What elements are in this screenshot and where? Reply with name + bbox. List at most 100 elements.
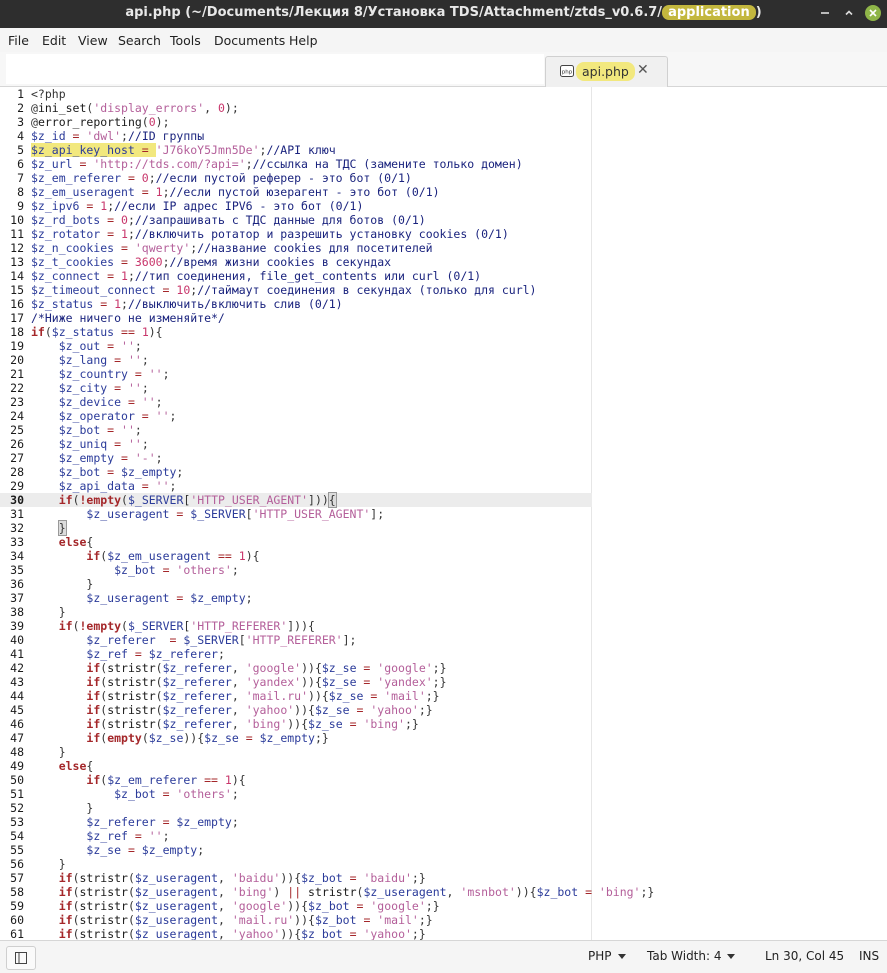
code-line[interactable]: 53 $z_referer = $z_empty;: [0, 815, 887, 829]
tab-api-php[interactable]: php api.php ✕: [545, 56, 668, 87]
code-token: $z_se: [204, 731, 239, 745]
code-line[interactable]: 56 }: [0, 857, 887, 871]
code-line[interactable]: 17 /*Ниже ничего не изменяйте*/: [0, 311, 887, 325]
menu-tools[interactable]: Tools: [170, 33, 201, 48]
code-line[interactable]: 39 if(!empty($_SERVER['HTTP_REFERER'])){: [0, 619, 887, 633]
code-line[interactable]: 38 }: [0, 605, 887, 619]
code-line[interactable]: 15 $z_timeout_connect = 10;//таймаут соед…: [0, 283, 887, 297]
code-text: if(stristr($z_referer, 'yandex')){$z_se …: [31, 675, 446, 689]
code-line[interactable]: 35 $z_bot = 'others';: [0, 563, 887, 577]
code-line[interactable]: 60 if(stristr($z_useragent, 'mail.ru')){…: [0, 913, 887, 927]
menu-file[interactable]: File: [8, 33, 29, 48]
language-selector[interactable]: PHP: [588, 949, 626, 963]
code-line[interactable]: 46 if(stristr($z_referer, 'bing')){$z_se…: [0, 717, 887, 731]
line-number: 46: [10, 717, 24, 731]
code-line[interactable]: 30 if(!empty($_SERVER['HTTP_USER_AGENT']…: [0, 492, 592, 508]
code-line[interactable]: 42 if(stristr($z_referer, 'google')){$z_…: [0, 661, 887, 675]
code-line[interactable]: 18 if($z_status == 1){: [0, 325, 887, 339]
code-line[interactable]: 32 }: [0, 520, 887, 536]
tab-close-icon[interactable]: ✕: [637, 62, 649, 78]
menu-search[interactable]: Search: [118, 33, 161, 48]
code-line[interactable]: 20 $z_lang = '';: [0, 353, 887, 367]
code-line[interactable]: 10 $z_rd_bots = 0;//запрашивать с ТДС дан…: [0, 213, 887, 227]
code-line[interactable]: 52 }: [0, 801, 887, 815]
code-token: 'google': [370, 899, 426, 913]
code-line[interactable]: 14 $z_connect = 1;//тип соединения, file_…: [0, 269, 887, 283]
code-line[interactable]: 29 $z_api_data = '';: [0, 479, 887, 493]
code-token: ;: [127, 269, 135, 283]
code-token: ,: [446, 885, 461, 899]
code-line[interactable]: 1 <?php: [0, 87, 887, 101]
code-editor[interactable]: 1 <?php 2 @ini_set('display_errors', 0); 3 @e…: [0, 87, 887, 940]
code-line[interactable]: 13 $z_t_cookies = 3600;//время жизни cook…: [0, 255, 887, 269]
code-line[interactable]: 3 @error_reporting(0);: [0, 115, 887, 129]
code-line[interactable]: 61 if(stristr($z_useragent, 'yahoo')){$z…: [0, 927, 887, 940]
code-token: !empty: [79, 619, 122, 633]
tab-width-selector[interactable]: Tab Width: 4: [647, 949, 736, 963]
side-panel-toggle-button[interactable]: [6, 946, 36, 970]
code-line[interactable]: 11 $z_rotator = 1;//включить ротатор и ра…: [0, 227, 887, 241]
code-line[interactable]: 41 $z_ref = $z_referer;: [0, 647, 887, 661]
code-line[interactable]: 27 $z_empty = '-';: [0, 451, 887, 465]
code-line[interactable]: 58 if(stristr($z_useragent, 'bing') || s…: [0, 885, 887, 899]
menu-help[interactable]: Help: [289, 33, 318, 48]
code-line[interactable]: 33 else{: [0, 535, 887, 549]
code-line[interactable]: 28 $z_bot = $z_empty;: [0, 465, 887, 479]
code-token: $z_rotator: [31, 227, 101, 241]
code-line[interactable]: 5 $z_api_key_host = 'J76koY5Jmn5De';//API…: [0, 143, 887, 157]
code-line[interactable]: 25 $z_bot = '';: [0, 423, 887, 437]
code-token: $z_em_useragent: [31, 185, 135, 199]
close-window-button[interactable]: [865, 5, 881, 21]
code-line[interactable]: 45 if(stristr($z_referer, 'yahoo')){$z_s…: [0, 703, 887, 717]
code-line[interactable]: 49 else{: [0, 759, 887, 773]
code-line[interactable]: 43 if(stristr($z_referer, 'yandex')){$z_…: [0, 675, 887, 689]
code-token: stristr: [79, 927, 128, 940]
code-line[interactable]: 54 $z_ref = '';: [0, 829, 887, 843]
code-token: {: [86, 535, 94, 549]
code-line[interactable]: 47 if(empty($z_se)){$z_se = $z_empty;}: [0, 731, 887, 745]
code-token: $z_se: [148, 731, 184, 745]
menu-edit[interactable]: Edit: [42, 33, 66, 48]
code-line[interactable]: 23 $z_device = '';: [0, 395, 887, 409]
code-line[interactable]: 16 $z_status = 1;//выключить/включить сли…: [0, 297, 887, 311]
code-line[interactable]: 40 $z_referer = $_SERVER['HTTP_REFERER']…: [0, 633, 887, 647]
code-line[interactable]: 34 if($z_em_useragent == 1){: [0, 549, 887, 563]
window-title-prefix: api.php (~/Documents/Лекция 8/Установка …: [125, 5, 663, 20]
code-line[interactable]: 4 $z_id = 'dwl';//ID группы: [0, 129, 887, 143]
code-line[interactable]: 19 $z_out = '';: [0, 339, 887, 353]
code-line[interactable]: 44 if(stristr($z_referer, 'mail.ru')){$z…: [0, 689, 887, 703]
menu-documents[interactable]: Documents: [214, 33, 285, 48]
code-line[interactable]: 6 $z_url = 'http://tds.com/?api=';//ссылк…: [0, 157, 887, 171]
code-line[interactable]: 21 $z_country = '';: [0, 367, 887, 381]
code-token: )): [280, 927, 295, 940]
code-token: 'google': [231, 899, 288, 913]
code-line[interactable]: 37 $z_useragent = $z_empty;: [0, 591, 887, 605]
code-line[interactable]: 24 $z_operator = '';: [0, 409, 887, 423]
code-text: if(stristr($z_referer, 'mail.ru')){$z_se…: [31, 689, 439, 703]
side-panel-icon: [15, 952, 27, 964]
code-line[interactable]: 2 @ini_set('display_errors', 0);: [0, 101, 887, 115]
code-line[interactable]: 31 $z_useragent = $_SERVER['HTTP_USER_AG…: [0, 507, 887, 521]
code-token: $z_status: [31, 297, 94, 311]
code-line[interactable]: 9 $z_ipv6 = 1;//если IP адрес IPV6 - это …: [0, 199, 887, 213]
code-line[interactable]: 48 }: [0, 745, 887, 759]
code-token: 'mail': [384, 689, 426, 703]
code-line[interactable]: 12 $z_n_cookies = 'qwerty';//название coo…: [0, 241, 887, 255]
maximize-button[interactable]: [841, 5, 857, 21]
code-token: }: [31, 577, 94, 591]
code-line[interactable]: 59 if(stristr($z_useragent, 'google')){$…: [0, 899, 887, 913]
code-token: error_reporting: [37, 115, 142, 129]
code-line[interactable]: 7 $z_em_referer = 0;//если пустой реферер…: [0, 171, 887, 185]
code-line[interactable]: 50 if($z_em_referer == 1){: [0, 773, 887, 787]
code-line[interactable]: 51 $z_bot = 'others';: [0, 787, 887, 801]
code-line[interactable]: 8 $z_em_useragent = 1;//если пустой юзера…: [0, 185, 887, 199]
code-line[interactable]: 26 $z_uniq = '';: [0, 437, 887, 451]
code-line[interactable]: 55 $z_se = $z_empty;: [0, 843, 887, 857]
menu-view[interactable]: View: [78, 33, 108, 48]
code-line[interactable]: 22 $z_city = '';: [0, 381, 887, 395]
minimize-button[interactable]: [817, 5, 833, 21]
code-line[interactable]: 36 }: [0, 577, 887, 591]
code-token: 'HTTP_USER_AGENT': [190, 493, 309, 507]
code-line[interactable]: 57 if(stristr($z_useragent, 'baidu')){$z…: [0, 871, 887, 885]
